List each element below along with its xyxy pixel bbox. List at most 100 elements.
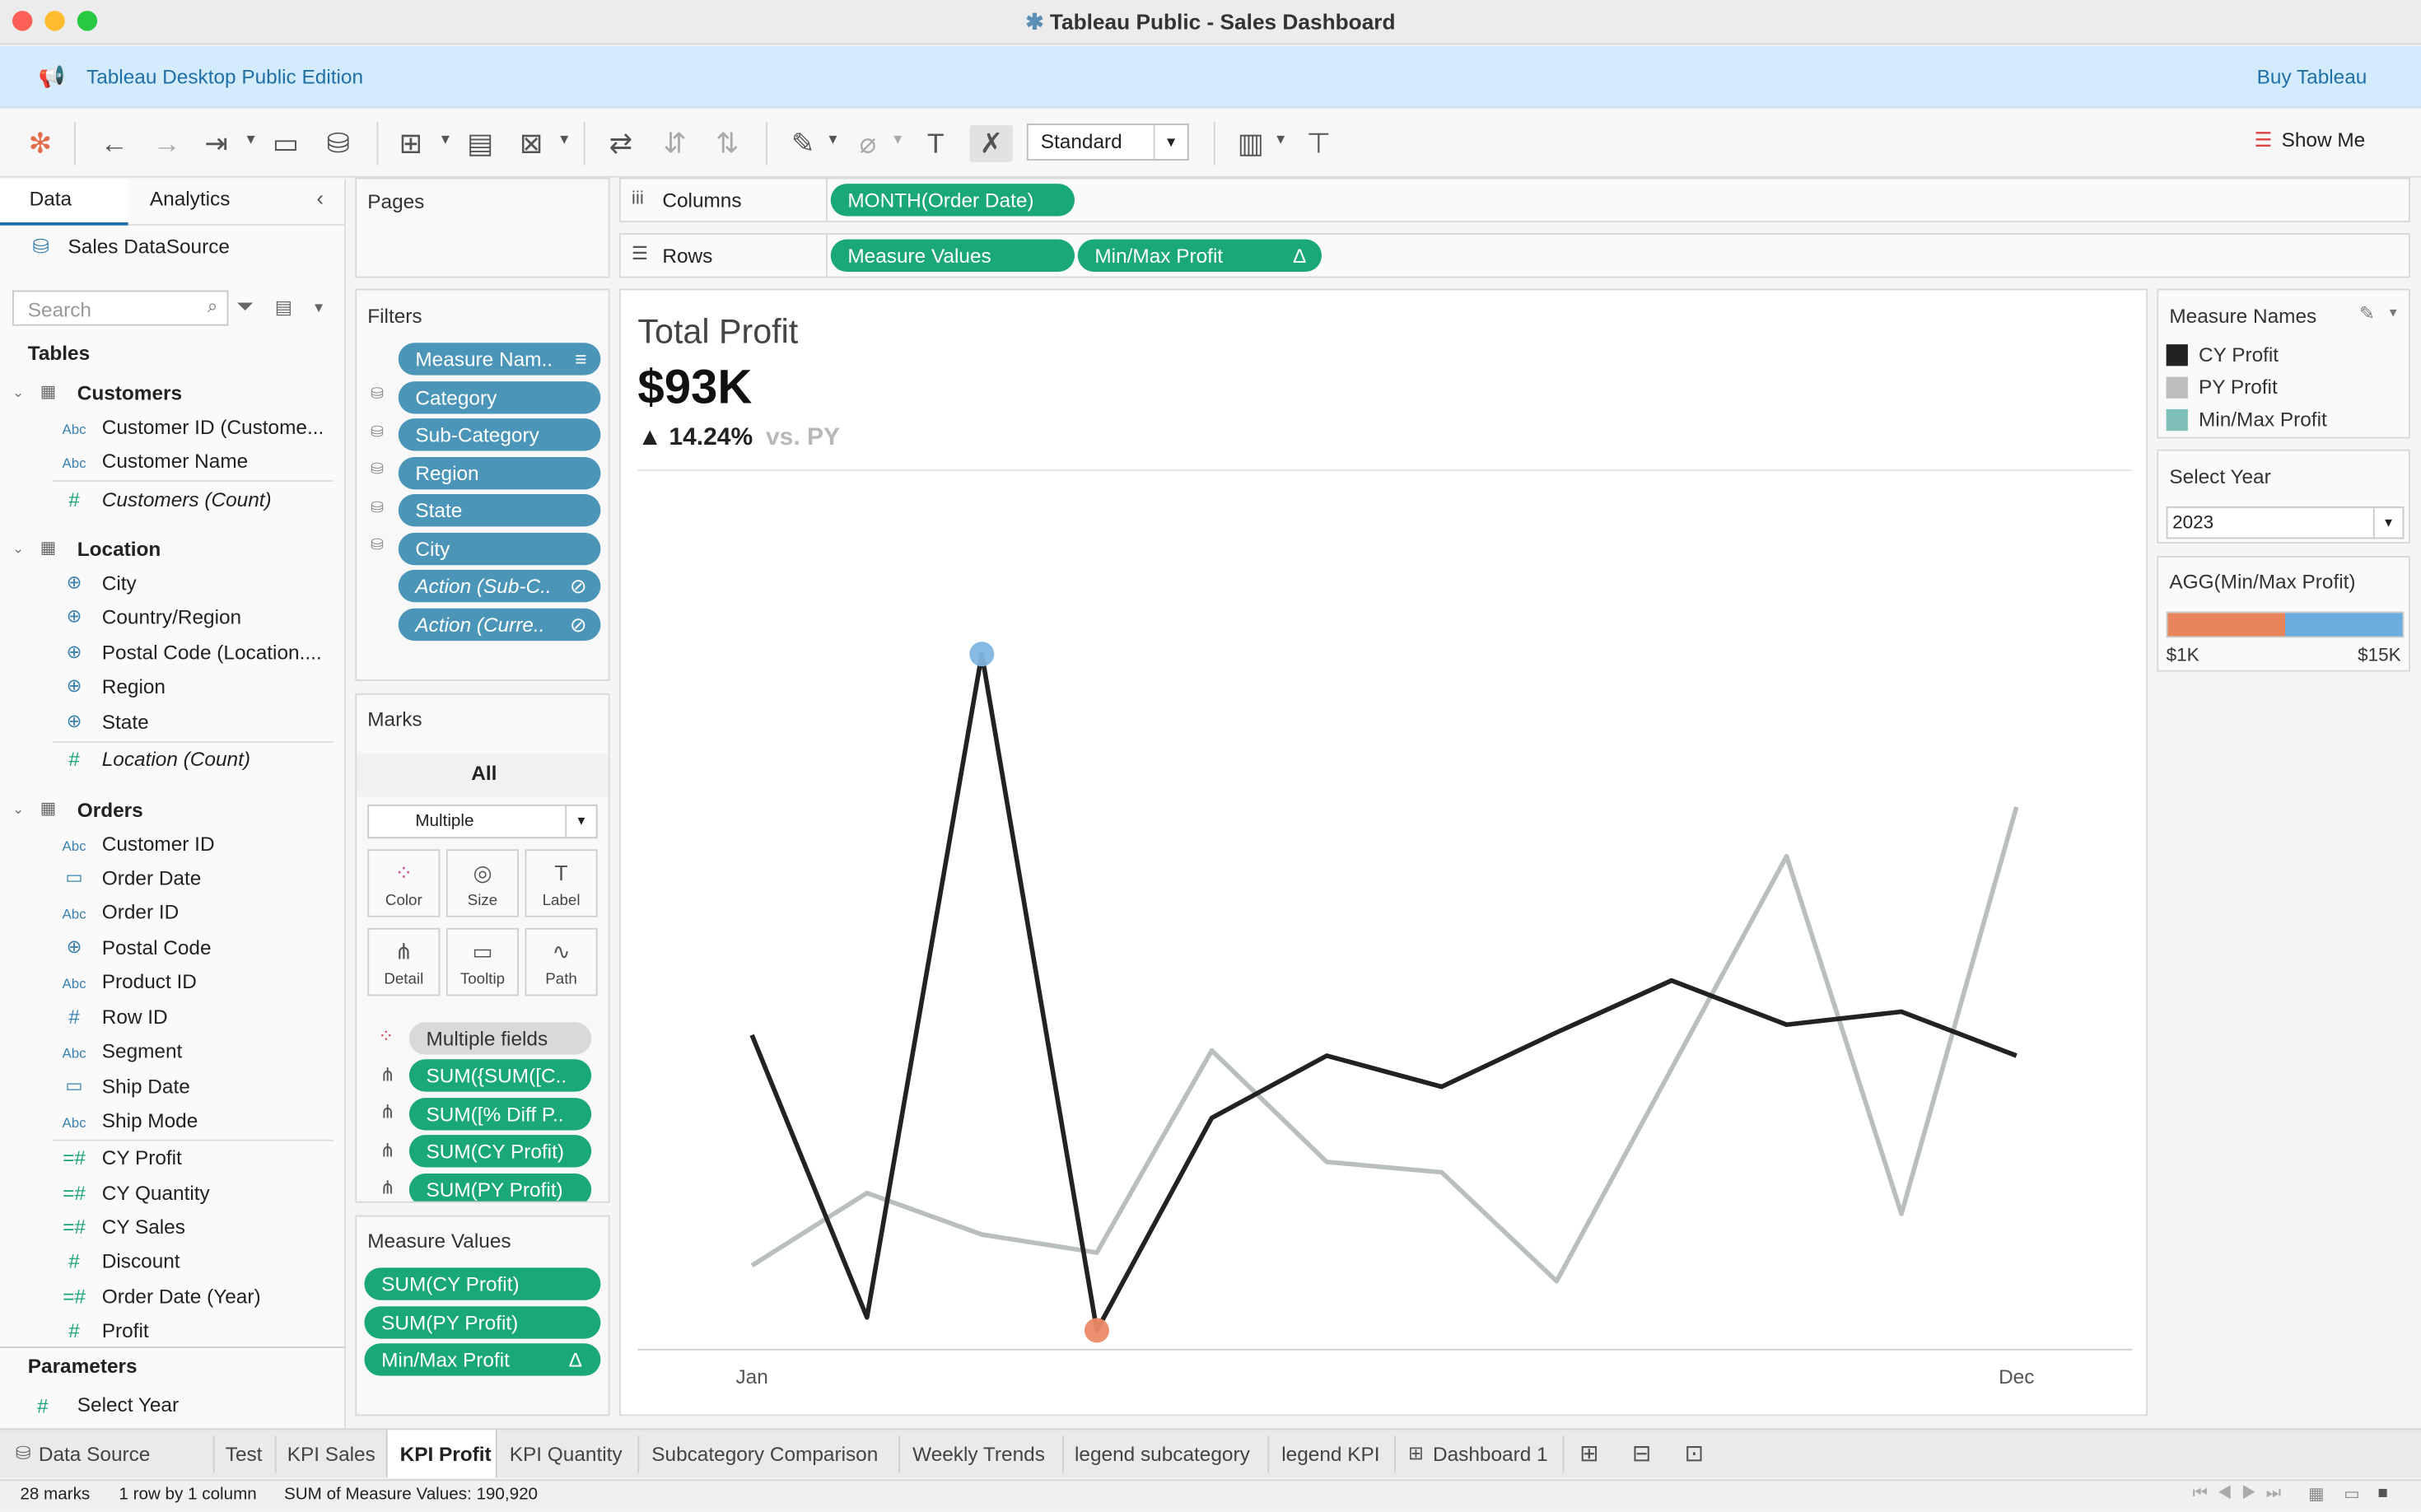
field-customer-name[interactable]: Customer Name xyxy=(102,450,248,473)
new-worksheet-icon[interactable]: ⊞ xyxy=(392,125,429,162)
marks-field-pill[interactable]: SUM(CY Profit) xyxy=(408,1135,592,1168)
field-product-id[interactable]: Product ID xyxy=(102,970,197,993)
field-segment[interactable]: Segment xyxy=(102,1039,183,1062)
forward-icon[interactable]: → xyxy=(148,125,185,162)
filter-pill[interactable]: State xyxy=(398,494,601,527)
legend-item[interactable]: CY Profit xyxy=(2166,343,2398,371)
marks-field-pill[interactable]: SUM(PY Profit) xyxy=(408,1174,592,1202)
swap-rows-columns-icon[interactable]: ⇄ xyxy=(602,125,639,162)
field-customer-id-orders[interactable]: Customer ID xyxy=(102,833,215,856)
pages-card[interactable]: Pages xyxy=(355,177,610,278)
columns-shelf[interactable]: iii Columns MONTH(Order Date) xyxy=(618,177,2410,222)
field-row-id[interactable]: Row ID xyxy=(102,1006,168,1029)
new-worksheet-icon[interactable]: ⊞ xyxy=(1579,1440,1599,1467)
show-me-button[interactable]: ☰ Show Me xyxy=(2255,128,2366,153)
search-input[interactable]: Search ⌕ xyxy=(12,290,229,326)
field-cy-profit[interactable]: CY Profit xyxy=(102,1146,182,1169)
highlight-icon[interactable]: ✎ xyxy=(785,125,822,162)
save-icon[interactable]: ▭ xyxy=(267,125,304,162)
filter-pill[interactable]: Measure Nam.. ≡ xyxy=(398,343,601,376)
size-button[interactable]: ◎ Size xyxy=(445,849,519,917)
field-postal-code-location[interactable]: Postal Code (Location.... xyxy=(102,641,322,664)
field-order-date[interactable]: Order Date xyxy=(102,866,202,889)
filter-pill[interactable]: City xyxy=(398,532,601,566)
field-profit[interactable]: Profit xyxy=(102,1318,149,1342)
new-story-icon[interactable]: ⊡ xyxy=(1685,1440,1705,1467)
field-state[interactable]: State xyxy=(102,711,149,734)
duplicate-sheet-icon[interactable]: ▤ xyxy=(462,125,499,162)
sheet-tab-active[interactable]: KPI Profit xyxy=(385,1430,497,1478)
view-options-icon[interactable]: ▤ xyxy=(275,296,292,318)
new-datasource-icon[interactable]: ⛁ xyxy=(320,125,357,162)
field-ship-date[interactable]: Ship Date xyxy=(102,1075,190,1098)
presentation-mode-icon[interactable]: ⊤ xyxy=(1300,125,1337,162)
sheet-sorter-icon[interactable]: ▦ xyxy=(2308,1484,2325,1505)
clear-sheet-icon[interactable]: ⊠ xyxy=(513,125,550,162)
tabs-view-icon[interactable]: ■ xyxy=(2378,1484,2388,1503)
sheet-tab[interactable]: Dashboard 1 xyxy=(1433,1442,1548,1465)
back-icon[interactable]: ← xyxy=(96,125,133,162)
view-mode-select[interactable]: Standard ▼ xyxy=(1026,124,1189,161)
label-button[interactable]: T Label xyxy=(525,849,598,917)
sort-descending-icon[interactable]: ⇅ xyxy=(709,125,746,162)
measure-value-pill[interactable]: SUM(PY Profit) xyxy=(364,1306,601,1339)
table-orders[interactable]: Orders xyxy=(77,798,143,821)
sheet-tab[interactable]: KPI Sales xyxy=(287,1442,376,1465)
measure-value-pill[interactable]: Min/Max Profit Δ xyxy=(364,1343,601,1376)
select-year-card[interactable]: Select Year 2023 ▼ xyxy=(2157,449,2410,544)
filters-card[interactable]: Filters Measure Nam.. ≡ ⛁ Category ⛁ Sub-… xyxy=(355,288,610,681)
measure-values-card[interactable]: Measure Values SUM(CY Profit) SUM(PY Pro… xyxy=(355,1215,610,1416)
field-cy-quantity[interactable]: CY Quantity xyxy=(102,1181,210,1204)
legend-item[interactable]: PY Profit xyxy=(2166,376,2398,404)
mark-type-select[interactable]: Multiple ▼ xyxy=(367,804,598,839)
marks-all-tab[interactable]: All xyxy=(357,754,609,797)
measure-value-pill[interactable]: SUM(CY Profit) xyxy=(364,1267,601,1300)
filmstrip-icon[interactable]: ▭ xyxy=(2344,1484,2360,1505)
field-customer-id[interactable]: Customer ID (Custome... xyxy=(102,415,324,438)
datasource-name[interactable]: Sales DataSource xyxy=(68,235,230,258)
field-order-id[interactable]: Order ID xyxy=(102,900,179,923)
field-country-region[interactable]: Country/Region xyxy=(102,605,241,628)
chevron-down-icon[interactable]: ▼ xyxy=(312,300,326,315)
columns-pill[interactable]: MONTH(Order Date) xyxy=(830,184,1075,217)
field-ship-mode[interactable]: Ship Mode xyxy=(102,1108,198,1132)
rows-pill[interactable]: Measure Values xyxy=(830,239,1075,272)
show-labels-icon[interactable]: T xyxy=(917,125,954,162)
field-postal-code[interactable]: Postal Code xyxy=(102,936,212,959)
rows-shelf[interactable]: ☰ Rows Measure Values Min/Max Profit Δ xyxy=(618,233,2410,278)
marks-field-pill[interactable]: SUM([% Diff P.. xyxy=(408,1098,592,1131)
chevron-down-icon[interactable]: ⌄ xyxy=(12,385,24,402)
detail-button[interactable]: ⋔ Detail xyxy=(367,927,441,996)
sort-ascending-icon[interactable]: ⇵ xyxy=(656,125,693,162)
rows-pill[interactable]: Min/Max Profit Δ xyxy=(1077,239,1322,272)
sheet-tab[interactable]: Subcategory Comparison xyxy=(651,1442,878,1465)
chevron-down-icon[interactable]: ⌄ xyxy=(12,801,24,819)
sheet-tab[interactable]: Test xyxy=(226,1442,263,1465)
field-location-count[interactable]: Location (Count) xyxy=(102,748,250,771)
field-region[interactable]: Region xyxy=(102,674,166,698)
marks-field-pill[interactable]: SUM({SUM([C.. xyxy=(408,1059,592,1092)
color-button[interactable]: ⁘ Color xyxy=(367,849,441,917)
buy-tableau-link[interactable]: Buy Tableau xyxy=(2257,65,2367,88)
color-legend-card[interactable]: AGG(Min/Max Profit) $1K $15K xyxy=(2157,556,2410,672)
legend-item[interactable]: Min/Max Profit xyxy=(2166,408,2398,436)
tooltip-button[interactable]: ▭ Tooltip xyxy=(445,927,519,996)
table-location[interactable]: Location xyxy=(77,538,161,561)
filter-fields-icon[interactable]: ⏷ xyxy=(236,293,254,320)
sheet-tab[interactable]: Weekly Trends xyxy=(912,1442,1045,1465)
redo-icon[interactable]: ⇥ xyxy=(198,125,235,162)
field-order-date-year[interactable]: Order Date (Year) xyxy=(102,1285,261,1308)
new-dashboard-icon[interactable]: ⊟ xyxy=(1632,1440,1652,1467)
fix-axes-icon[interactable]: ✗ xyxy=(969,124,1013,162)
attach-icon[interactable]: ⌀ xyxy=(849,125,886,162)
chevron-down-icon[interactable]: ▼ xyxy=(2387,306,2400,320)
tableau-home-icon[interactable]: ✻ xyxy=(21,125,58,162)
marks-field-pill[interactable]: Multiple fields xyxy=(408,1022,592,1055)
field-discount[interactable]: Discount xyxy=(102,1249,180,1272)
filter-pill[interactable]: Region xyxy=(398,457,601,490)
field-customers-count[interactable]: Customers (Count) xyxy=(102,488,272,511)
field-city[interactable]: City xyxy=(102,572,137,595)
marks-card[interactable]: Marks All Multiple ▼ ⁘ Color ◎ Size T Label … xyxy=(355,693,610,1203)
path-button[interactable]: ∿ Path xyxy=(525,927,598,996)
collapse-pane-icon[interactable]: ‹ xyxy=(316,185,324,210)
